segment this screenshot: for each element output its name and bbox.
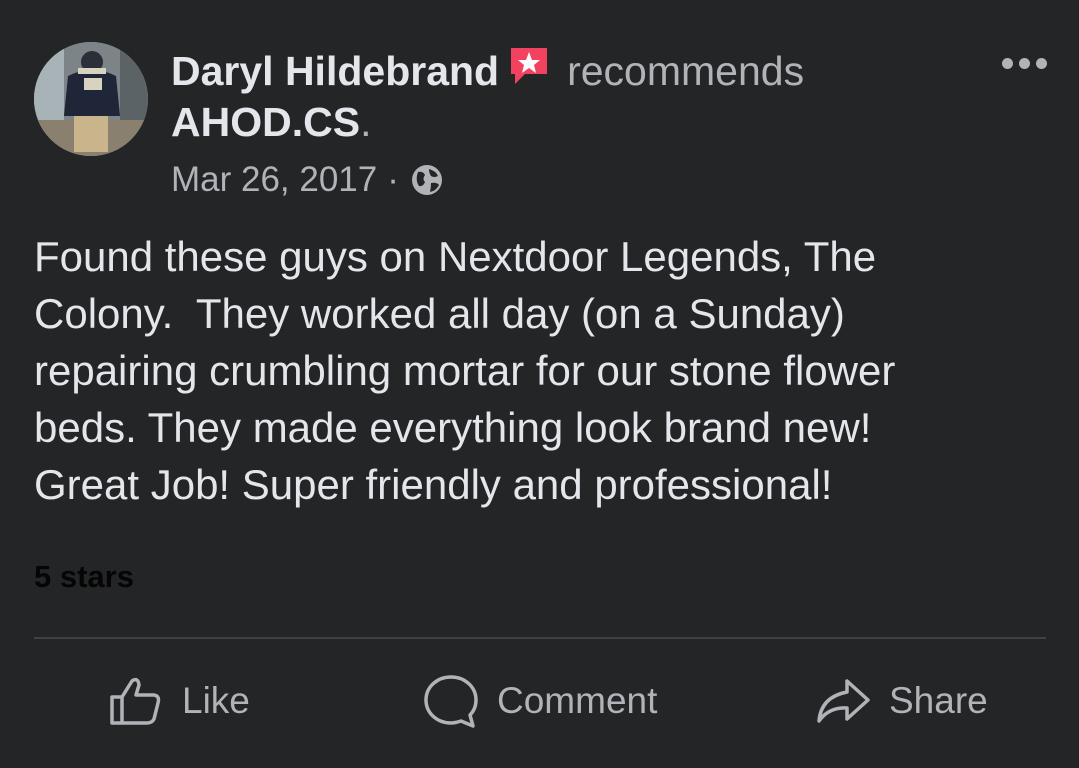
post-meta: Mar 26, 2017 ·: [171, 158, 445, 202]
globe-icon[interactable]: [409, 162, 445, 198]
post-header: Daryl Hildebrand recommends: [171, 44, 804, 96]
page-name-link[interactable]: AHOD.CS: [171, 99, 360, 145]
comment-bubble-icon: [424, 675, 478, 728]
divider: [34, 637, 1046, 639]
avatar-photo: [34, 42, 148, 156]
more-options-button[interactable]: [994, 48, 1054, 78]
thumbs-up-icon: [110, 677, 161, 725]
comment-button[interactable]: Comment: [423, 668, 657, 734]
rating-text: 5 stars: [34, 559, 134, 594]
share-button[interactable]: Share: [815, 668, 988, 734]
post-date[interactable]: Mar 26, 2017: [171, 158, 377, 202]
recommendation-star-icon: [511, 48, 548, 84]
dot-icon: [1018, 57, 1030, 69]
author-avatar[interactable]: [34, 42, 148, 156]
comment-label: Comment: [497, 680, 658, 721]
author-name[interactable]: Daryl Hildebrand: [171, 48, 499, 94]
recommends-text: recommends: [567, 48, 805, 94]
page-name-suffix: .: [360, 99, 372, 145]
like-button[interactable]: Like: [108, 668, 250, 734]
like-label: Like: [182, 680, 250, 721]
dot-icon: [1001, 57, 1013, 69]
dot-icon: [1035, 57, 1047, 69]
share-label: Share: [889, 680, 988, 721]
review-post: Daryl Hildebrand recommends AHOD.CS. Mar…: [0, 0, 1079, 768]
recommended-page: AHOD.CS.: [171, 97, 371, 147]
post-body: Found these guys on Nextdoor Legends, Th…: [34, 233, 896, 508]
share-arrow-icon: [817, 679, 870, 723]
meta-separator: ·: [387, 160, 399, 199]
